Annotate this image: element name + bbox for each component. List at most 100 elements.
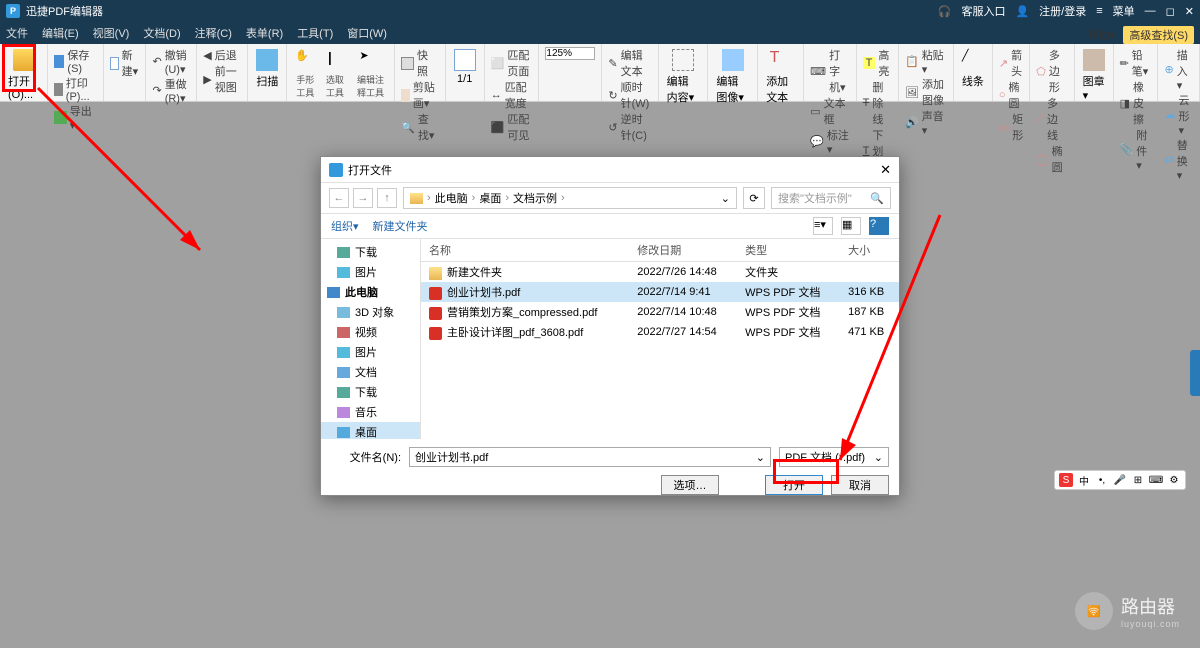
side-grip[interactable]: [1190, 350, 1200, 396]
ime-lang[interactable]: 中: [1077, 473, 1091, 487]
col-type[interactable]: 类型: [737, 239, 840, 262]
callout[interactable]: 💬标注▾: [810, 127, 849, 156]
sidebar-item[interactable]: 视频: [321, 322, 420, 342]
rotate-ccw[interactable]: ↺逆时针(C): [608, 111, 651, 143]
menu-link[interactable]: 菜单: [1113, 3, 1135, 19]
scan-button[interactable]: 扫描: [254, 47, 280, 91]
undo-button[interactable]: ↶撤销(U)▾: [152, 47, 190, 76]
ime-mic[interactable]: 🎤: [1113, 473, 1127, 487]
arrow-tool[interactable]: ↗箭头: [999, 47, 1023, 79]
pointer-tool[interactable]: ➤: [357, 47, 383, 73]
help-button[interactable]: ?: [869, 217, 889, 235]
menu-view[interactable]: 视图(V): [93, 25, 130, 41]
edit-content[interactable]: 编辑内容▾: [665, 47, 702, 107]
col-size[interactable]: 大小: [840, 239, 899, 262]
help-dropdown[interactable]: 帮助▾: [1088, 27, 1116, 43]
fwd-button[interactable]: ▶前一视图: [203, 63, 241, 95]
find-button[interactable]: 🔍查找▾: [401, 111, 438, 143]
rect-tool[interactable]: ▭矩形: [999, 111, 1023, 143]
insert[interactable]: ⊕描入▾: [1164, 47, 1193, 92]
sidebar-item[interactable]: 此电脑: [321, 282, 420, 302]
circle-tool[interactable]: ○椭圆: [999, 79, 1023, 111]
replace[interactable]: ⇄替换▾: [1164, 137, 1193, 182]
add-text[interactable]: T添加文本: [764, 47, 797, 107]
organize-button[interactable]: 组织▾: [331, 218, 359, 234]
sidebar-item[interactable]: 桌面: [321, 422, 420, 439]
typewriter[interactable]: ⌨打字机▾: [810, 47, 849, 95]
ime-kbd[interactable]: ⌨: [1149, 473, 1163, 487]
service-link[interactable]: 客服入口: [961, 3, 1005, 19]
ime-punct[interactable]: •,: [1095, 473, 1109, 487]
add-image[interactable]: 🖼添加图像: [905, 76, 947, 108]
col-date[interactable]: 修改日期: [629, 239, 737, 262]
menu-tool[interactable]: 工具(T): [297, 25, 333, 41]
sidebar-item[interactable]: 图片: [321, 342, 420, 362]
refresh-button[interactable]: ⟳: [743, 187, 765, 209]
sidebar-item[interactable]: 文档: [321, 362, 420, 382]
cloud[interactable]: ☁云形▾: [1164, 92, 1193, 137]
line-tool[interactable]: ╱线条: [960, 47, 986, 91]
file-row[interactable]: 主卧设计详图_pdf_3608.pdf2022/7/27 14:54WPS PD…: [421, 322, 899, 342]
back-button[interactable]: ◀后退: [203, 47, 241, 63]
menu-edit[interactable]: 编辑(E): [42, 25, 79, 41]
export-button[interactable]: 导出▾: [54, 103, 96, 132]
preview-button[interactable]: ▦: [841, 217, 861, 235]
eraser[interactable]: ◨橡皮擦: [1120, 79, 1152, 127]
fit-visible[interactable]: ⬛匹配可见: [491, 111, 533, 143]
col-name[interactable]: 名称: [421, 239, 629, 262]
sidebar-item[interactable]: 下载: [321, 382, 420, 402]
file-row[interactable]: 新建文件夹2022/7/26 14:48文件夹: [421, 262, 899, 283]
adv-search-button[interactable]: 高级查找(S): [1123, 26, 1194, 44]
ime-toolbar[interactable]: S 中 •, 🎤 ⊞ ⌨ ⚙: [1054, 470, 1186, 490]
menu-file[interactable]: 文件: [6, 25, 28, 41]
clipart-button[interactable]: 剪贴画▾: [401, 79, 438, 111]
minimize-button[interactable]: —: [1145, 5, 1156, 17]
menu-form[interactable]: 表单(R): [246, 25, 283, 41]
options-button[interactable]: 选项…: [661, 475, 719, 495]
stamp[interactable]: 图章▾: [1081, 47, 1107, 104]
page-num[interactable]: 1/1: [452, 47, 478, 87]
sidebar-item[interactable]: 下载: [321, 242, 420, 262]
filetype-combo[interactable]: PDF 文档 (*.pdf)⌄: [779, 447, 889, 467]
highlight[interactable]: T高亮: [863, 47, 892, 79]
menu-annotate[interactable]: 注释(C): [195, 25, 232, 41]
rotate-cw[interactable]: ↻顺时针(W): [608, 79, 651, 111]
breadcrumb[interactable]: ›此电脑 ›桌面 ›文档示例 › ⌄: [403, 187, 737, 209]
sidebar-item[interactable]: 音乐: [321, 402, 420, 422]
search-field[interactable]: 搜索"文档示例" 🔍: [771, 187, 891, 209]
edit-image[interactable]: 编辑图像▾: [714, 47, 751, 107]
maximize-button[interactable]: ◻: [1166, 5, 1175, 18]
view-mode-button[interactable]: ≡▾: [813, 217, 833, 235]
fit-page[interactable]: ⬜匹配页面: [491, 47, 533, 79]
close-button[interactable]: ✕: [1185, 5, 1194, 18]
new-button[interactable]: 新建▾: [110, 47, 140, 79]
dialog-close-button[interactable]: ✕: [880, 162, 891, 178]
open-button[interactable]: 打开(O)...: [6, 47, 41, 103]
pencil[interactable]: ✏铅笔▾: [1120, 47, 1152, 79]
sogou-icon[interactable]: S: [1059, 473, 1073, 487]
strikethrough[interactable]: T删除线: [863, 79, 892, 127]
ime-set[interactable]: ⚙: [1167, 473, 1181, 487]
polyline-tool[interactable]: ⟋多边线: [1036, 95, 1067, 143]
polygon-tool[interactable]: ⬠多边形: [1036, 47, 1067, 95]
nav-up[interactable]: ↑: [377, 188, 397, 208]
menu-document[interactable]: 文档(D): [143, 25, 180, 41]
text-select-tool[interactable]: I: [325, 47, 351, 73]
save-button[interactable]: 保存(S): [54, 47, 96, 75]
snapshot-button[interactable]: 快照: [401, 47, 438, 79]
attach[interactable]: 📎附件▾: [1120, 127, 1152, 172]
sidebar-item[interactable]: 3D 对象: [321, 302, 420, 322]
textbox[interactable]: ▭文本框: [810, 95, 849, 127]
sidebar-item[interactable]: 图片: [321, 262, 420, 282]
nav-fwd[interactable]: →: [353, 188, 373, 208]
new-folder-button[interactable]: 新建文件夹: [373, 218, 428, 234]
hand-tool[interactable]: ✋: [293, 47, 319, 73]
ime-skin[interactable]: ⊞: [1131, 473, 1145, 487]
paste[interactable]: 📋粘贴▾: [905, 47, 947, 76]
sound[interactable]: 🔊声音▾: [905, 108, 947, 137]
login-link[interactable]: 注册/登录: [1039, 3, 1086, 19]
print-button[interactable]: 打印(P)...: [54, 75, 96, 103]
zoom-combo[interactable]: [545, 47, 595, 60]
nav-back[interactable]: ←: [329, 188, 349, 208]
open-confirm-button[interactable]: 打开: [765, 475, 823, 495]
